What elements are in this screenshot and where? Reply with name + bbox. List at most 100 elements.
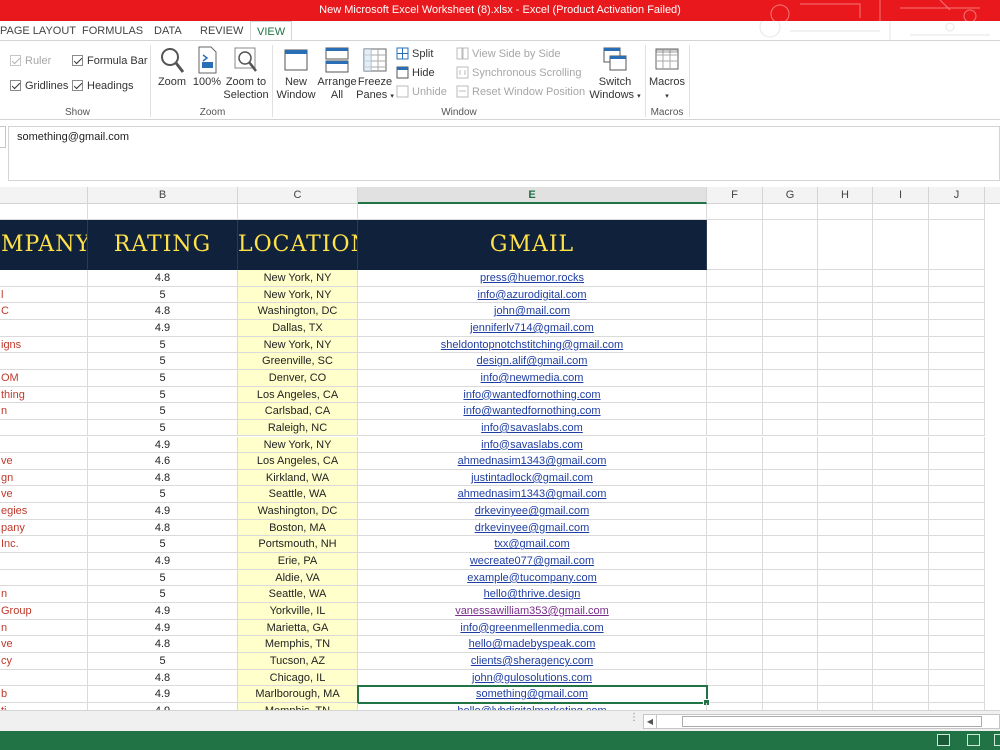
grid-cell[interactable] — [818, 503, 873, 520]
grid-cell[interactable] — [763, 702, 818, 710]
cell-rating[interactable]: 4.8 — [88, 636, 238, 653]
grid-cell[interactable] — [929, 403, 985, 420]
grid-cell[interactable] — [707, 270, 763, 287]
grid-cell[interactable] — [707, 702, 763, 710]
cell-email[interactable]: hello@thrive.design — [358, 586, 707, 603]
grid-cell[interactable] — [818, 369, 873, 387]
grid-cell[interactable] — [707, 486, 763, 504]
grid-cell[interactable] — [873, 453, 929, 470]
cell-email[interactable]: sheldontopnotchstitching@gmail.com — [358, 336, 707, 354]
cell-rating[interactable]: 5 — [88, 536, 238, 554]
column-header-e[interactable]: E — [358, 187, 707, 204]
grid-cell[interactable] — [873, 369, 929, 387]
tab-formulas[interactable]: FORMULAS — [82, 21, 143, 41]
grid-cell[interactable] — [929, 603, 985, 620]
cell-location[interactable]: Yorkville, IL — [238, 603, 358, 620]
cell-email[interactable]: something@gmail.com — [358, 686, 707, 703]
grid-cell[interactable] — [929, 220, 985, 270]
cell-location[interactable]: Washington, DC — [238, 503, 358, 520]
cell-location[interactable]: Chicago, IL — [238, 669, 358, 687]
zoom-100-button[interactable]: 100% — [191, 46, 223, 89]
grid-cell[interactable] — [707, 286, 763, 304]
zoom-button[interactable]: Zoom — [155, 46, 189, 89]
grid-cell[interactable] — [763, 286, 818, 304]
grid-cell[interactable] — [929, 369, 985, 387]
grid-cell[interactable] — [929, 652, 985, 670]
cell-email[interactable]: txx@gmail.com — [358, 536, 707, 554]
cell-location[interactable]: Seattle, WA — [238, 586, 358, 603]
grid-cell[interactable] — [873, 686, 929, 703]
grid-cell[interactable] — [873, 669, 929, 687]
grid-cell[interactable] — [763, 319, 818, 337]
cell-location[interactable]: Carlsbad, CA — [238, 403, 358, 420]
cell-email[interactable]: justintadlock@gmail.com — [358, 469, 707, 487]
grid-cell[interactable] — [707, 586, 763, 603]
cell-location[interactable]: Los Angeles, CA — [238, 386, 358, 404]
grid-cell[interactable] — [818, 603, 873, 620]
grid-cell[interactable] — [707, 386, 763, 404]
grid-cell[interactable] — [707, 336, 763, 354]
column-header-g[interactable]: G — [763, 187, 818, 204]
grid-cell[interactable] — [818, 469, 873, 487]
grid-cell[interactable] — [873, 519, 929, 537]
grid-cell[interactable] — [929, 702, 985, 710]
cell-rating[interactable]: 4.8 — [88, 303, 238, 320]
grid-cell[interactable] — [873, 652, 929, 670]
grid-cell[interactable] — [929, 419, 985, 437]
hide-button[interactable]: Hide — [396, 65, 435, 81]
cell-email[interactable]: design.alif@gmail.com — [358, 353, 707, 370]
cell-rating[interactable]: 5 — [88, 586, 238, 603]
grid-cell[interactable] — [873, 469, 929, 487]
cell-company[interactable]: gn — [0, 469, 88, 487]
grid-cell[interactable] — [873, 569, 929, 587]
split-button[interactable]: Split — [396, 46, 433, 62]
cell-rating[interactable]: 4.9 — [88, 702, 238, 710]
grid-cell[interactable] — [873, 553, 929, 570]
formula-bar-checkbox[interactable]: Formula Bar — [72, 54, 148, 68]
grid-cell[interactable] — [818, 419, 873, 437]
grid-cell[interactable] — [929, 453, 985, 470]
cell-company[interactable] — [0, 353, 88, 370]
cell-company[interactable]: Inc. — [0, 536, 88, 554]
email-link[interactable]: drkevinyee@gmail.com — [475, 505, 590, 517]
grid-cell[interactable] — [763, 619, 818, 637]
cell-email[interactable]: john@gulosolutions.com — [358, 669, 707, 687]
email-link[interactable]: info@wantedfornothing.com — [463, 389, 600, 401]
scroll-left-icon[interactable]: ◀ — [644, 715, 657, 728]
grid-cell[interactable] — [763, 204, 818, 220]
new-window-button[interactable]: New Window — [274, 46, 318, 102]
email-link[interactable]: press@huemor.rocks — [480, 272, 584, 284]
cell-email[interactable]: drkevinyee@gmail.com — [358, 519, 707, 537]
grid-cell[interactable] — [763, 403, 818, 420]
grid-cell[interactable] — [929, 686, 985, 703]
grid-cell[interactable] — [873, 353, 929, 370]
grid-cell[interactable] — [707, 536, 763, 554]
scroll-thumb[interactable] — [682, 716, 982, 727]
grid-cell[interactable] — [818, 303, 873, 320]
grid-cell[interactable] — [763, 669, 818, 687]
grid-cell[interactable] — [873, 619, 929, 637]
grid-cell[interactable] — [873, 220, 929, 270]
grid-cell[interactable] — [929, 636, 985, 653]
cell-rating[interactable]: 4.9 — [88, 436, 238, 454]
cell-rating[interactable]: 4.9 — [88, 319, 238, 337]
cell-rating[interactable]: 5 — [88, 353, 238, 370]
grid-cell[interactable] — [707, 519, 763, 537]
cell-rating[interactable]: 5 — [88, 569, 238, 587]
grid-cell[interactable] — [707, 469, 763, 487]
grid-cell[interactable] — [929, 336, 985, 354]
grid-cell[interactable] — [929, 386, 985, 404]
cell-rating[interactable]: 4.9 — [88, 603, 238, 620]
grid-cell[interactable] — [763, 353, 818, 370]
cell-rating[interactable]: 5 — [88, 386, 238, 404]
unhide-button[interactable]: Unhide — [396, 84, 447, 100]
grid-cell[interactable] — [818, 702, 873, 710]
email-link[interactable]: info@azurodigital.com — [478, 289, 587, 301]
grid-cell[interactable] — [818, 619, 873, 637]
cell-company[interactable]: ti — [0, 702, 88, 710]
column-header-j[interactable]: J — [929, 187, 985, 204]
cell-location[interactable]: Kirkland, WA — [238, 469, 358, 487]
cell-location[interactable]: Raleigh, NC — [238, 419, 358, 437]
cell-rating[interactable]: 5 — [88, 336, 238, 354]
grid-cell[interactable] — [929, 586, 985, 603]
